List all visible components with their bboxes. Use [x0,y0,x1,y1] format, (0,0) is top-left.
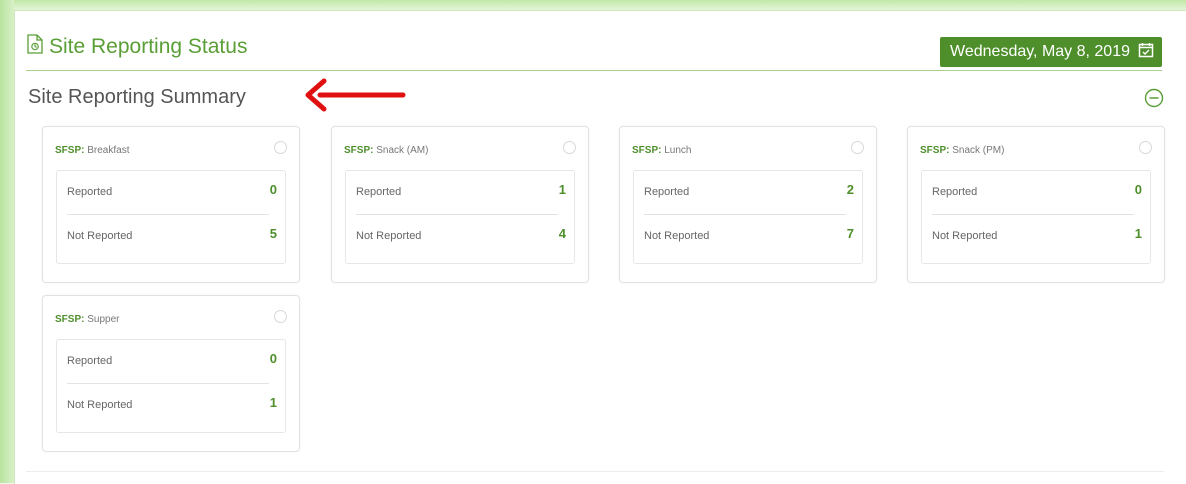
document-icon [26,34,44,60]
program-label: SFSP: [55,145,85,156]
not-reported-label: Not Reported [67,399,133,411]
not-reported-label: Not Reported [356,230,422,242]
card-heading: SFSP: Snack (PM) [920,145,1004,156]
date-picker-button[interactable]: Wednesday, May 8, 2019 [940,37,1162,67]
reported-row: Reported 0 [67,182,277,202]
reported-label: Reported [932,186,978,198]
reported-row: Reported 0 [67,351,277,371]
reported-count: 0 [1134,182,1142,197]
reported-label: Reported [67,355,113,367]
section-title: Site Reporting Summary [28,86,246,108]
reported-label: Reported [644,186,690,198]
reported-count: 2 [846,182,854,197]
reported-row: Reported 2 [644,182,854,202]
card-stats: Reported 1 Not Reported 4 [345,170,575,264]
date-text: Wednesday, May 8, 2019 [950,43,1130,60]
stat-divider [67,383,269,384]
reported-count: 1 [558,182,566,197]
card-radio[interactable] [274,141,287,154]
program-label: SFSP: [344,145,374,156]
red-arrow-left-icon [298,75,408,120]
reported-label: Reported [356,186,402,198]
focus-glow-top [0,0,1186,10]
program-label: SFSP: [55,314,85,325]
not-reported-count: 7 [846,226,854,241]
card-heading: SFSP: Breakfast [55,145,129,156]
card-heading: SFSP: Snack (AM) [344,145,428,156]
stat-divider [356,214,558,215]
meal-card-lunch: SFSP: Lunch Reported 2 Not Reported 7 [619,126,877,283]
not-reported-row: Not Reported 5 [67,226,277,246]
not-reported-row: Not Reported 1 [67,395,277,415]
card-stats: Reported 0 Not Reported 1 [921,170,1151,264]
focus-glow-left [0,0,14,483]
not-reported-count: 5 [269,226,277,241]
card-stats: Reported 0 Not Reported 1 [56,339,286,433]
not-reported-label: Not Reported [932,230,998,242]
meal-card-snack-pm: SFSP: Snack (PM) Reported 0 Not Reported… [907,126,1165,283]
meal-label: Breakfast [87,145,130,156]
card-radio[interactable] [274,310,287,323]
not-reported-row: Not Reported 4 [356,226,566,246]
card-stats: Reported 2 Not Reported 7 [633,170,863,264]
card-stats: Reported 0 Not Reported 5 [56,170,286,264]
not-reported-row: Not Reported 7 [644,226,854,246]
page-title-text: Site Reporting Status [49,35,248,58]
reported-count: 0 [269,351,277,366]
card-radio[interactable] [563,141,576,154]
not-reported-row: Not Reported 1 [932,226,1142,246]
calendar-icon[interactable] [1138,42,1154,63]
meal-label: Supper [87,314,120,325]
card-radio[interactable] [851,141,864,154]
not-reported-count: 1 [1134,226,1142,241]
not-reported-count: 1 [269,395,277,410]
program-label: SFSP: [920,145,950,156]
header-divider [26,70,1162,71]
card-radio[interactable] [1139,141,1152,154]
reported-row: Reported 0 [932,182,1142,202]
reported-row: Reported 1 [356,182,566,202]
program-label: SFSP: [632,145,662,156]
minus-circle-icon[interactable] [1144,88,1164,108]
meal-label: Snack (AM) [376,145,429,156]
not-reported-label: Not Reported [67,230,133,242]
panel-bottom-divider [26,471,1164,472]
meal-card-supper: SFSP: Supper Reported 0 Not Reported 1 [42,295,300,452]
meal-card-breakfast: SFSP: Breakfast Reported 0 Not Reported … [42,126,300,283]
meal-label: Snack (PM) [952,145,1005,156]
stat-divider [67,214,269,215]
reported-label: Reported [67,186,113,198]
meal-label: Lunch [664,145,692,156]
meal-card-snack-am: SFSP: Snack (AM) Reported 1 Not Reported… [331,126,589,283]
not-reported-count: 4 [558,226,566,241]
stat-divider [644,214,846,215]
reported-count: 0 [269,182,277,197]
card-heading: SFSP: Lunch [632,145,691,156]
page-title: Site Reporting Status [26,32,247,62]
stat-divider [932,214,1134,215]
card-heading: SFSP: Supper [55,314,119,325]
not-reported-label: Not Reported [644,230,710,242]
